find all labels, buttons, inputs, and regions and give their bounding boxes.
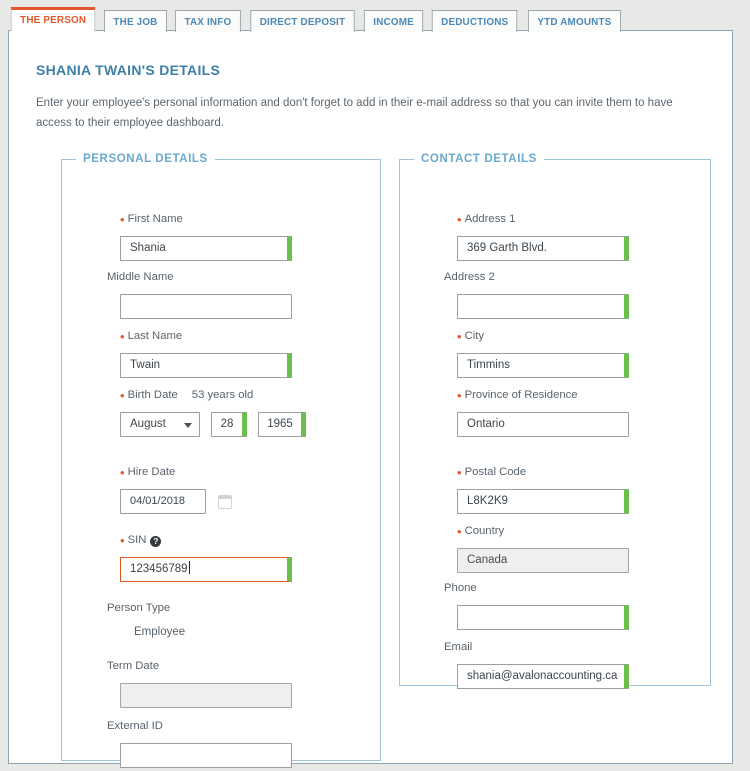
field-first-name: • First Name Shania <box>120 213 292 261</box>
age-note: 53 years old <box>191 389 254 401</box>
required-marker-icon: • <box>120 212 125 227</box>
country-input: Canada <box>457 548 629 573</box>
address2-input[interactable] <box>457 294 629 319</box>
page-title: SHANIA TWAIN'S DETAILS <box>36 62 221 78</box>
calendar-icon[interactable] <box>218 494 232 509</box>
personal-details-group: PERSONAL DETAILS • First Name Shania Midd… <box>61 153 381 768</box>
birth-month-select[interactable]: August <box>120 412 200 437</box>
tab-label: INCOME <box>373 16 414 28</box>
field-phone: Phone <box>444 582 629 630</box>
middle-name-input[interactable] <box>120 294 292 319</box>
province-label: • Province of Residence <box>457 388 578 403</box>
sin-label: • SIN? <box>120 534 292 550</box>
page-description: Enter your employee's personal informati… <box>36 97 673 130</box>
middle-name-label: Middle Name <box>107 271 174 283</box>
tab-label: DIRECT DEPOSIT <box>259 16 346 28</box>
birth-date-label: • Birth Date 53 years old <box>120 388 254 403</box>
tab-bar: THE PERSON THE JOB TAX INFO DIRECT DEPOS… <box>8 6 742 32</box>
field-birth-date: • Birth Date 53 years old August 28 1965 <box>120 389 306 437</box>
last-name-input[interactable]: Twain <box>120 353 292 378</box>
required-marker-icon: • <box>457 388 462 403</box>
required-marker-icon: • <box>120 465 125 480</box>
personal-details-legend: PERSONAL DETAILS <box>83 153 208 165</box>
tab-label: YTD AMOUNTS <box>536 16 611 28</box>
required-marker-icon: • <box>120 329 125 344</box>
field-external-id: External ID <box>107 720 292 768</box>
tab-label: THE PERSON <box>20 14 87 26</box>
tab-deductions[interactable]: DEDUCTIONS <box>431 10 518 32</box>
required-marker-icon: • <box>120 533 125 548</box>
email-label: Email <box>444 641 473 653</box>
tab-income[interactable]: INCOME <box>363 10 424 32</box>
birth-year-input[interactable]: 1965 <box>258 412 306 437</box>
tab-the-job[interactable]: THE JOB <box>104 10 168 32</box>
birth-date-controls: August 28 1965 <box>120 412 306 437</box>
sin-input[interactable]: 123456789 <box>120 557 292 582</box>
email-input[interactable]: shania@avalonaccounting.ca <box>457 664 629 689</box>
field-city: • City Timmins <box>457 330 629 378</box>
required-marker-icon: • <box>457 212 462 227</box>
external-id-input[interactable] <box>120 743 292 768</box>
field-sin: • SIN? 123456789 <box>120 534 292 582</box>
country-label: • Country <box>457 524 505 539</box>
required-marker-icon: • <box>120 388 125 403</box>
external-id-label: External ID <box>107 720 163 732</box>
address2-label: Address 2 <box>444 271 495 283</box>
chevron-down-icon <box>184 423 192 428</box>
field-middle-name: Middle Name <box>107 271 292 319</box>
postal-code-label: • Postal Code <box>457 465 527 480</box>
field-term-date: Term Date <box>107 660 292 708</box>
term-date-input <box>120 683 292 708</box>
tab-label: TAX INFO <box>184 16 232 28</box>
sin-value: 123456789 <box>130 563 188 575</box>
phone-label: Phone <box>444 582 477 594</box>
address1-label: • Address 1 <box>457 212 516 227</box>
field-postal-code: • Postal Code L8K2K9 <box>457 466 629 514</box>
hire-date-label: • Hire Date <box>120 465 176 480</box>
person-type-value: Employee <box>134 626 186 638</box>
tab-tax-info[interactable]: TAX INFO <box>175 10 241 32</box>
field-email: Email shania@avalonaccounting.ca <box>444 641 629 689</box>
postal-code-input[interactable]: L8K2K9 <box>457 489 629 514</box>
city-input[interactable]: Timmins <box>457 353 629 378</box>
birth-day-input[interactable]: 28 <box>211 412 247 437</box>
required-marker-icon: • <box>457 465 462 480</box>
tab-ytd-amounts[interactable]: YTD AMOUNTS <box>527 10 621 32</box>
birth-month-value: August <box>130 418 166 430</box>
field-province: • Province of Residence Ontario <box>457 389 629 437</box>
tab-direct-deposit[interactable]: DIRECT DEPOSIT <box>250 10 355 32</box>
contact-details-group: CONTACT DETAILS • Address 1 369 Garth Blv… <box>399 153 711 689</box>
field-address2: Address 2 <box>444 271 629 319</box>
field-last-name: • Last Name Twain <box>120 330 292 378</box>
hire-date-controls: 04/01/2018 <box>120 489 232 514</box>
term-date-label: Term Date <box>107 660 160 672</box>
tab-label: DEDUCTIONS <box>441 16 509 28</box>
phone-input[interactable] <box>457 605 629 630</box>
required-marker-icon: • <box>457 524 462 539</box>
field-address1: • Address 1 369 Garth Blvd. <box>457 213 629 261</box>
last-name-label: • Last Name <box>120 329 183 344</box>
required-marker-icon: • <box>457 329 462 344</box>
province-input[interactable]: Ontario <box>457 412 629 437</box>
address1-input[interactable]: 369 Garth Blvd. <box>457 236 629 261</box>
first-name-input[interactable]: Shania <box>120 236 292 261</box>
person-type-label: Person Type <box>107 602 171 614</box>
field-person-type: Person Type Employee <box>107 602 186 638</box>
city-label: • City <box>457 329 485 344</box>
field-country: • Country Canada <box>457 525 629 573</box>
content-panel: SHANIA TWAIN'S DETAILS Enter your employ… <box>8 30 733 768</box>
text-caret <box>188 561 190 574</box>
tab-the-person[interactable]: THE PERSON <box>10 7 96 32</box>
first-name-label: • First Name <box>120 212 183 227</box>
tab-label: THE JOB <box>113 16 158 28</box>
hire-date-input[interactable]: 04/01/2018 <box>120 489 206 514</box>
help-circle-icon[interactable]: ? <box>150 536 162 547</box>
contact-details-legend: CONTACT DETAILS <box>421 153 537 165</box>
field-hire-date: • Hire Date 04/01/2018 <box>120 466 232 514</box>
